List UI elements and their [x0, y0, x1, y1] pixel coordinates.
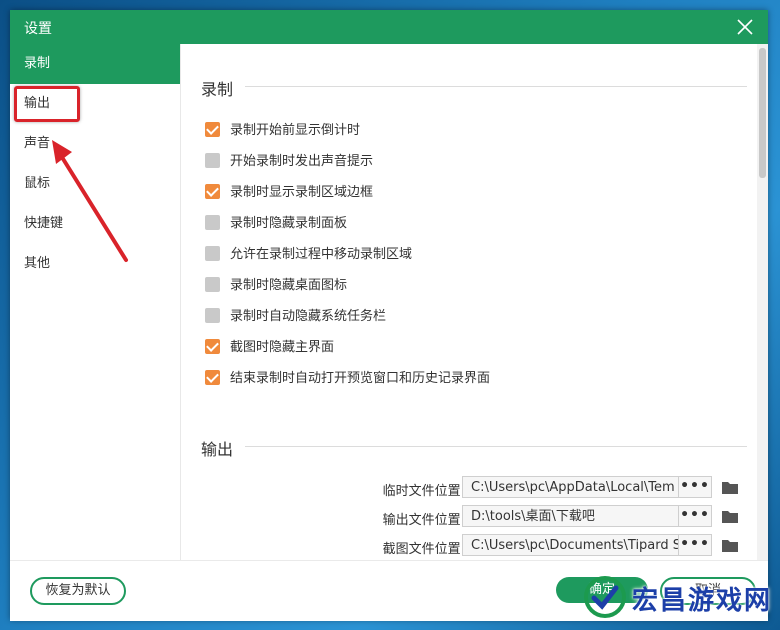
record-section-title: 录制: [201, 80, 234, 99]
watermark: 宏昌游戏网: [578, 566, 778, 628]
option-open-preview[interactable]: 结束录制时自动打开预览窗口和历史记录界面: [205, 370, 490, 388]
option-label: 录制时自动隐藏系统任务栏: [230, 309, 387, 324]
temp-path-field[interactable]: C:\Users\pc\AppData\Local\Tem: [462, 476, 679, 498]
browse-button[interactable]: •••: [679, 476, 712, 498]
option-hide-main-on-screenshot[interactable]: 截图时隐藏主界面: [205, 339, 334, 357]
output-path-field[interactable]: D:\tools\桌面\下载吧: [462, 505, 679, 527]
path-label: 临时文件位置:: [382, 484, 465, 499]
option-label: 录制时隐藏录制面板: [230, 216, 348, 231]
option-label: 录制时显示录制区域边框: [230, 185, 374, 200]
section-divider: [245, 446, 747, 447]
close-icon[interactable]: [732, 14, 758, 40]
checkbox-unchecked-icon[interactable]: [205, 308, 220, 323]
output-path-row: 输出文件位置: D:\tools\桌面\下载吧 •••: [181, 505, 757, 529]
browse-button[interactable]: •••: [679, 505, 712, 527]
scrollbar[interactable]: [757, 44, 768, 560]
screenshot-path-field[interactable]: C:\Users\pc\Documents\Tipard S: [462, 534, 679, 556]
folder-icon[interactable]: [721, 479, 739, 495]
option-label: 开始录制时发出声音提示: [230, 154, 374, 169]
option-label: 录制开始前显示倒计时: [230, 123, 361, 138]
annotation-arrow-icon: [52, 140, 128, 262]
folder-icon[interactable]: [721, 537, 739, 553]
checkbox-checked-icon[interactable]: [205, 184, 220, 199]
browse-button[interactable]: •••: [679, 534, 712, 556]
settings-dialog: 设置 录制 输出 声音 鼠标 快捷键 其他 录制 录制开始前显示倒计时 开始录制…: [10, 10, 768, 621]
option-countdown[interactable]: 录制开始前显示倒计时: [205, 122, 360, 140]
reset-default-button[interactable]: 恢复为默认: [30, 577, 126, 605]
option-hide-panel[interactable]: 录制时隐藏录制面板: [205, 215, 347, 233]
folder-icon[interactable]: [721, 508, 739, 524]
settings-content: 录制 录制开始前显示倒计时 开始录制时发出声音提示 录制时显示录制区域边框 录制…: [181, 44, 757, 560]
path-label: 截图文件位置:: [382, 542, 465, 557]
option-hide-desktop-icons[interactable]: 录制时隐藏桌面图标: [205, 277, 347, 295]
checkbox-checked-icon[interactable]: [205, 122, 220, 137]
sidebar-item-label: 录制: [24, 56, 51, 71]
checkbox-unchecked-icon[interactable]: [205, 277, 220, 292]
output-section-title: 输出: [201, 440, 234, 459]
watermark-logo-icon: [584, 576, 626, 618]
scrollbar-thumb[interactable]: [759, 48, 766, 178]
option-move-area[interactable]: 允许在录制过程中移动录制区域: [205, 246, 412, 264]
annotation-highlight-box: [14, 86, 80, 122]
section-divider: [245, 86, 747, 87]
screenshot-path-row: 截图文件位置: C:\Users\pc\Documents\Tipard S •…: [181, 534, 757, 558]
title-bar: 设置: [10, 10, 768, 44]
temp-path-row: 临时文件位置: C:\Users\pc\AppData\Local\Tem ••…: [181, 476, 757, 500]
sidebar-item-record[interactable]: 录制: [10, 44, 180, 84]
option-label: 录制时隐藏桌面图标: [230, 278, 348, 293]
watermark-text: 宏昌游戏网: [632, 586, 773, 616]
checkbox-unchecked-icon[interactable]: [205, 246, 220, 261]
option-label: 结束录制时自动打开预览窗口和历史记录界面: [230, 371, 491, 386]
checkbox-unchecked-icon[interactable]: [205, 153, 220, 168]
option-label: 截图时隐藏主界面: [230, 340, 335, 355]
path-label: 输出文件位置:: [382, 513, 465, 528]
option-show-border[interactable]: 录制时显示录制区域边框: [205, 184, 373, 202]
window-title: 设置: [24, 21, 52, 37]
option-hide-taskbar[interactable]: 录制时自动隐藏系统任务栏: [205, 308, 386, 326]
checkbox-checked-icon[interactable]: [205, 339, 220, 354]
checkbox-unchecked-icon[interactable]: [205, 215, 220, 230]
option-sound-prompt[interactable]: 开始录制时发出声音提示: [205, 153, 373, 171]
checkbox-checked-icon[interactable]: [205, 370, 220, 385]
option-label: 允许在录制过程中移动录制区域: [230, 247, 413, 262]
